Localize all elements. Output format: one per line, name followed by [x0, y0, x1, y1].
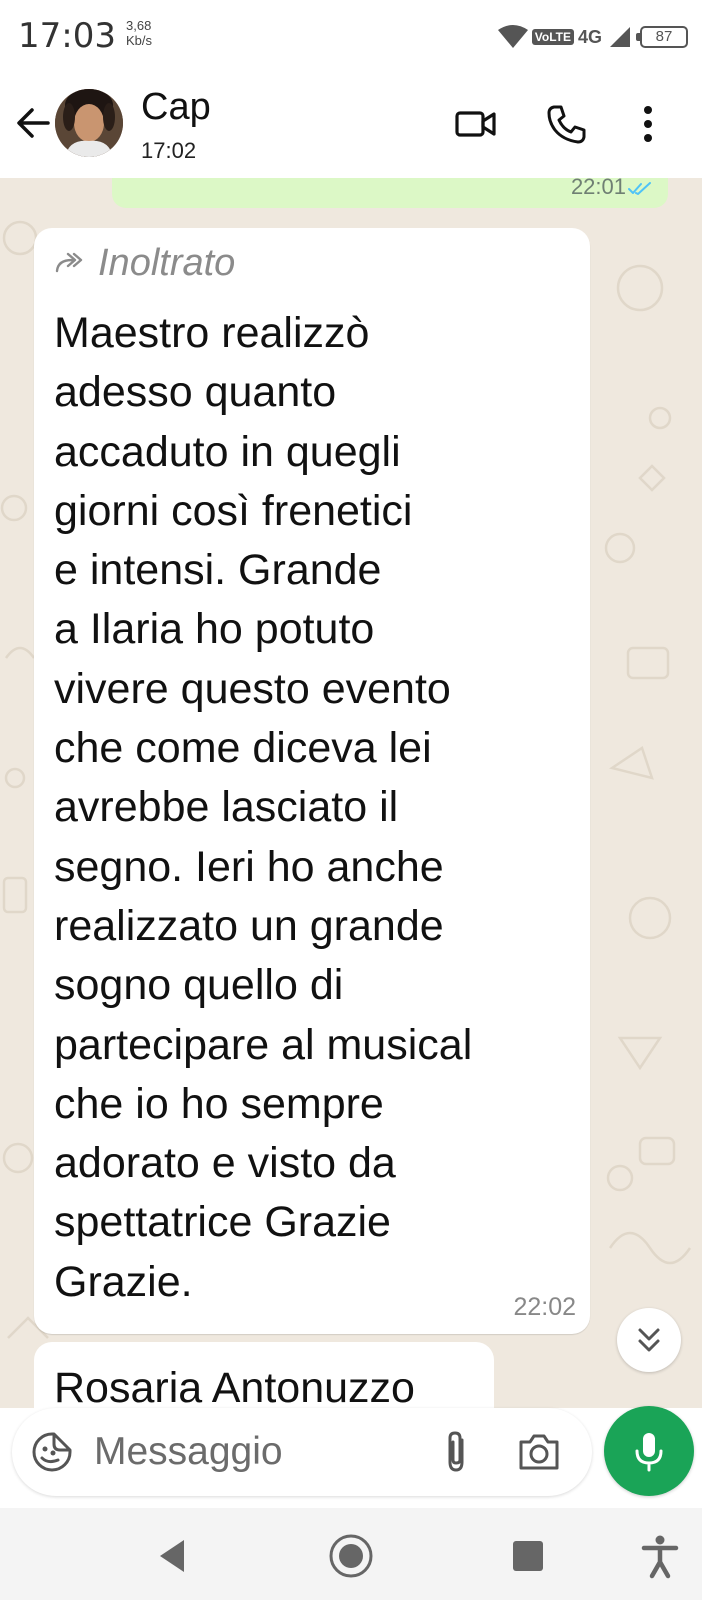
nav-recents-button[interactable]: [504, 1532, 552, 1580]
more-vertical-icon: [644, 106, 652, 142]
previous-message-time: 22:01: [570, 178, 626, 199]
chat-header: Cap 17:02: [0, 76, 702, 178]
video-call-button[interactable]: [454, 102, 498, 146]
next-message-text: Rosaria Antonuzzo: [54, 1364, 415, 1408]
contact-avatar[interactable]: [55, 89, 123, 157]
network-speed-unit: Kb/s: [126, 33, 153, 48]
status-bar: 17:03 3,68 Kb/s VoLTE 4G 87: [0, 0, 702, 76]
video-call-icon: [455, 111, 496, 137]
camera-icon: [519, 1434, 559, 1470]
nav-back-button[interactable]: [150, 1532, 198, 1580]
microphone-icon: [635, 1433, 663, 1472]
network-speed-value: 3,68: [126, 18, 152, 33]
message-time: 22:02: [513, 1293, 576, 1321]
message-input[interactable]: [94, 1426, 414, 1478]
square-recents-icon: [513, 1541, 543, 1571]
voice-message-button[interactable]: [604, 1406, 694, 1496]
network-type: 4G: [577, 26, 602, 47]
previous-outgoing-message[interactable]: 22:01: [112, 178, 668, 208]
status-icons: VoLTE 4G 87: [497, 20, 688, 54]
sticker-icon: [32, 1432, 72, 1472]
message-text: Maestro realizzò adesso quanto accaduto …: [54, 309, 473, 1306]
network-speed: 3,68 Kb/s: [126, 18, 166, 48]
forwarded-label: Inoltrato: [98, 241, 236, 284]
more-options-button[interactable]: [626, 102, 670, 146]
status-time: 17:03: [18, 16, 116, 56]
signal-icon: [610, 27, 630, 47]
battery-indicator: 87: [636, 26, 688, 48]
circle-home-icon: [329, 1534, 373, 1578]
message-composer: [12, 1408, 592, 1496]
triangle-back-icon: [160, 1540, 184, 1572]
arrow-left-icon: [17, 108, 50, 138]
voice-call-button[interactable]: [545, 102, 589, 146]
volte-badge: VoLTE: [531, 29, 574, 45]
nav-home-button[interactable]: [327, 1532, 375, 1580]
system-navigation-bar: [0, 1508, 702, 1600]
chevron-double-down-icon: [638, 1328, 660, 1352]
chat-area[interactable]: 22:01 Inoltrato Maestro realizzò adesso …: [0, 178, 702, 1408]
incoming-message-bubble[interactable]: Inoltrato Maestro realizzò adesso quanto…: [34, 228, 590, 1334]
paperclip-icon: [448, 1431, 464, 1472]
read-ticks-icon: [628, 182, 651, 195]
avatar-image: [55, 89, 123, 157]
contact-name[interactable]: Cap: [141, 86, 211, 129]
forwarded-indicator: Inoltrato: [54, 242, 235, 284]
last-seen: 17:02: [141, 138, 197, 163]
next-message-bubble[interactable]: Rosaria Antonuzzo: [34, 1342, 494, 1408]
accessibility-icon: [641, 1535, 679, 1579]
forward-icon: [55, 252, 83, 273]
back-button[interactable]: [12, 102, 54, 144]
attach-button[interactable]: [436, 1428, 476, 1476]
accessibility-button[interactable]: [636, 1532, 684, 1580]
emoji-button[interactable]: [30, 1430, 74, 1474]
wifi-icon: [497, 25, 528, 48]
scroll-to-bottom-button[interactable]: [617, 1308, 681, 1372]
camera-button[interactable]: [516, 1430, 562, 1474]
phone-icon: [547, 105, 586, 144]
